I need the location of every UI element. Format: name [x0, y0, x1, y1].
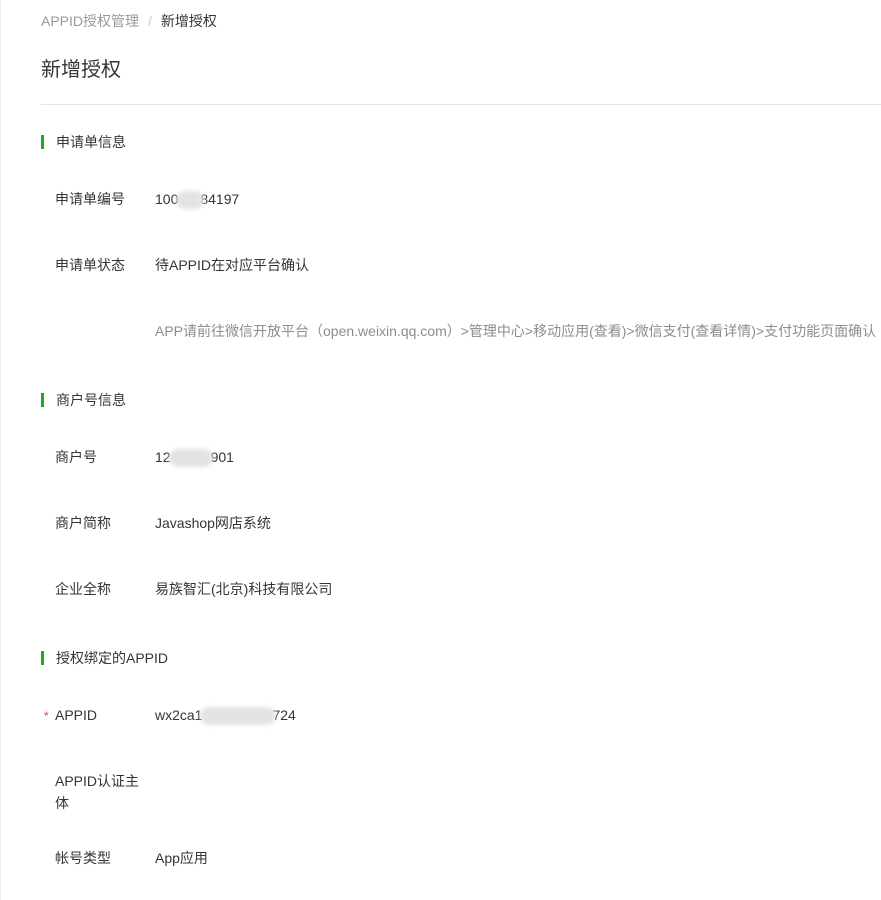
application-number-suffix: 84197	[200, 191, 240, 207]
redacted-blur	[200, 707, 277, 726]
page-title: 新增授权	[41, 59, 121, 81]
section-title-merchant: 商户号信息	[41, 391, 126, 409]
application-number-prefix: 100	[155, 191, 179, 207]
breadcrumb: APPID授权管理 / 新增授权	[41, 12, 217, 30]
company-full-name-value: 易族智汇(北京)科技有限公司	[155, 581, 333, 597]
merchant-id-label: 商户号	[55, 449, 97, 465]
application-status-tip: APP请前往微信开放平台（open.weixin.qq.com）>管理中心>移动…	[155, 323, 877, 339]
appid-label: APPID	[55, 707, 98, 723]
appid-subject-label: APPID认证主体	[55, 773, 140, 811]
section-title-application: 申请单信息	[41, 133, 126, 151]
merchant-id-suffix: 901	[210, 449, 234, 465]
account-type-label: 帐号类型	[55, 850, 111, 866]
company-full-name-label: 企业全称	[55, 581, 111, 597]
appid-value: wx2ca1 724	[155, 704, 296, 726]
section-title-appid: 授权绑定的APPID	[41, 649, 168, 667]
redacted-blur	[168, 449, 213, 468]
section-title-appid-label: 授权绑定的APPID	[56, 650, 169, 666]
section-title-merchant-label: 商户号信息	[56, 392, 126, 408]
page: APPID授权管理 / 新增授权 新增授权 申请单信息 申请单编号 100 84197…	[0, 0, 881, 900]
redacted-blur	[176, 191, 205, 210]
application-status-label: 申请单状态	[55, 257, 125, 273]
section-accent-bar	[41, 135, 44, 149]
account-type-value: App应用	[155, 850, 208, 866]
appid-prefix: wx2ca1	[155, 707, 203, 723]
section-title-application-label: 申请单信息	[56, 134, 126, 150]
required-star: *	[44, 709, 49, 723]
merchant-id-value: 12 901	[155, 446, 234, 468]
section-accent-bar	[41, 393, 44, 407]
application-status-value: 待APPID在对应平台确认	[155, 257, 310, 273]
application-number-label: 申请单编号	[55, 191, 125, 207]
title-divider	[41, 104, 881, 105]
breadcrumb-separator: /	[148, 13, 152, 29]
left-edge-divider	[0, 0, 1, 900]
merchant-short-name-value: Javashop网店系统	[155, 515, 271, 531]
breadcrumb-parent-link[interactable]: APPID授权管理	[41, 13, 139, 29]
merchant-short-name-label: 商户简称	[55, 515, 111, 531]
section-accent-bar	[41, 651, 44, 665]
application-number-value: 100 84197	[155, 188, 239, 210]
breadcrumb-current: 新增授权	[160, 13, 217, 29]
